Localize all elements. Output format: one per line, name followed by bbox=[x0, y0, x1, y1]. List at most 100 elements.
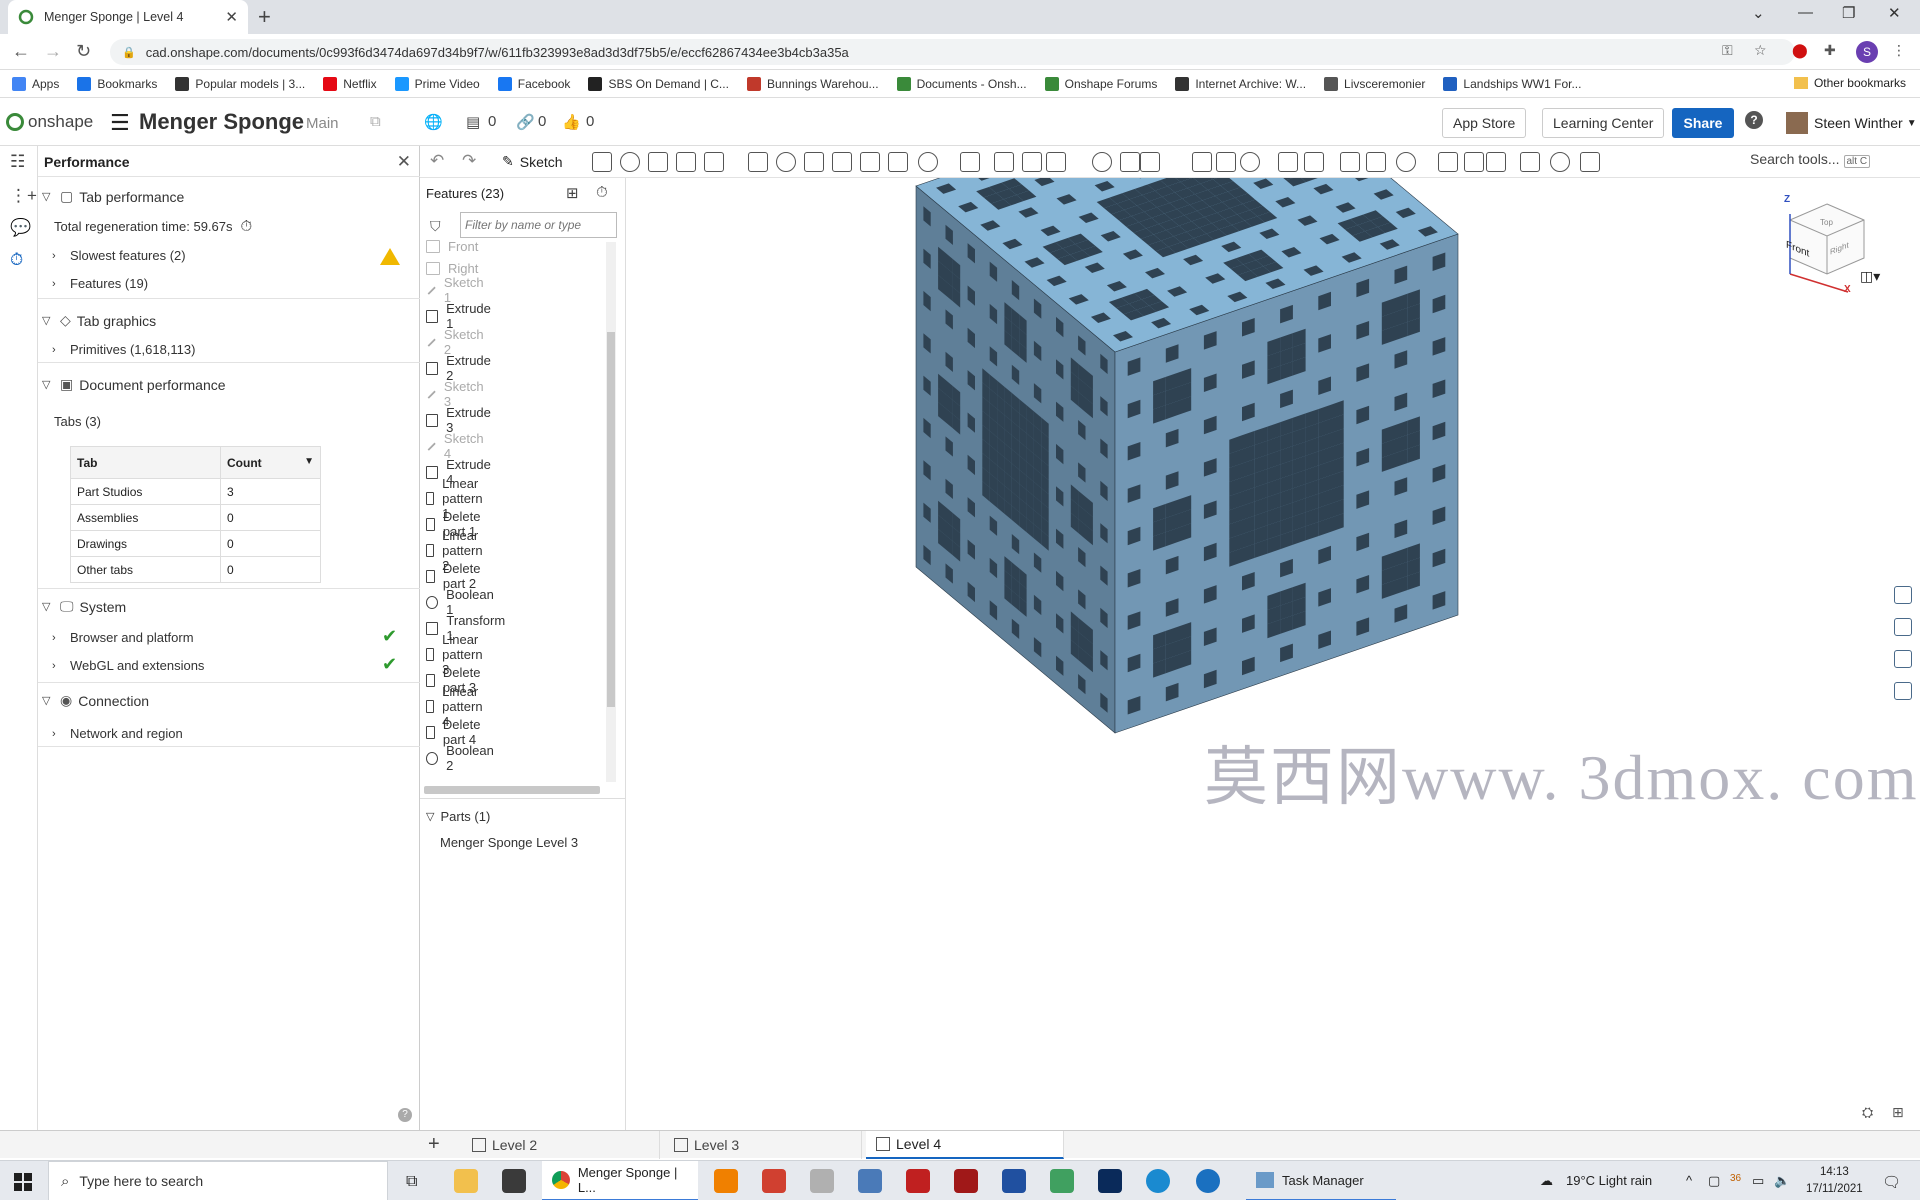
windows-start-icon[interactable] bbox=[14, 1173, 32, 1191]
chevron-up-icon[interactable]: ^ bbox=[1686, 1173, 1692, 1188]
search-tools[interactable]: Search tools... alt C bbox=[1750, 151, 1871, 173]
browser-tab[interactable]: Menger Sponge | Level 4 ✕ bbox=[8, 0, 248, 34]
bookmark-item[interactable]: Internet Archive: W... bbox=[1175, 76, 1306, 91]
weather-icon[interactable]: ☁ bbox=[1540, 1173, 1553, 1189]
other-bookmarks[interactable]: Other bookmarks bbox=[1793, 76, 1906, 90]
close-window-icon[interactable]: ✕ bbox=[1888, 4, 1901, 22]
tab-search-icon[interactable]: ⌄ bbox=[1752, 4, 1765, 22]
bookmark-item[interactable]: Prime Video bbox=[394, 76, 480, 91]
star-icon[interactable]: ☆ bbox=[1754, 42, 1767, 59]
user-menu[interactable]: Steen Winther ▼ bbox=[1786, 112, 1917, 134]
feature-item[interactable]: Delete part 2 bbox=[426, 561, 486, 591]
solidworks-2-icon[interactable] bbox=[954, 1169, 978, 1193]
tab-level-3[interactable]: Level 3 bbox=[664, 1131, 862, 1159]
feature-item[interactable]: Linear pattern 2 bbox=[426, 528, 488, 573]
tool-button-icon[interactable] bbox=[994, 152, 1014, 172]
graphics-canvas[interactable]: Front Top Right Z X ◫▾ 莫西网www. 3dmox. co… bbox=[626, 178, 1920, 1130]
extensions-icon[interactable]: ✚ bbox=[1824, 42, 1836, 59]
scroll-thumb[interactable] bbox=[607, 332, 615, 707]
feature-item[interactable]: Sketch 2 bbox=[426, 327, 486, 357]
back-icon[interactable]: ← bbox=[12, 41, 30, 62]
sketch-button[interactable]: ✎ Sketch bbox=[502, 153, 563, 170]
section-system[interactable]: ▽ 🖵 System bbox=[42, 598, 126, 615]
tool-button-icon[interactable] bbox=[1022, 152, 1042, 172]
tool-button-icon[interactable] bbox=[620, 152, 640, 172]
view-options-icon[interactable]: ◫▾ bbox=[1860, 268, 1880, 285]
add-tab-icon[interactable]: + bbox=[428, 1133, 440, 1156]
tool-button-icon[interactable] bbox=[1550, 152, 1570, 172]
section-document-performance[interactable]: ▽ ▣ Document performance bbox=[42, 376, 226, 393]
tool-button-icon[interactable] bbox=[918, 152, 938, 172]
measure-icon[interactable]: ⊞ bbox=[1892, 1104, 1904, 1121]
feature-item[interactable]: Front bbox=[426, 234, 478, 258]
menger-sponge-model[interactable] bbox=[626, 178, 1920, 1130]
bookmark-item[interactable]: Bunnings Warehou... bbox=[746, 76, 879, 91]
tool-button-icon[interactable] bbox=[1092, 152, 1112, 172]
tool-button-icon[interactable] bbox=[1120, 152, 1140, 172]
feature-item[interactable]: Sketch 4 bbox=[426, 431, 486, 461]
app-store-button[interactable]: App Store bbox=[1442, 108, 1527, 138]
tool-button-icon[interactable] bbox=[1396, 152, 1416, 172]
tool-button-icon[interactable] bbox=[1340, 152, 1360, 172]
bookmark-item[interactable]: Documents - Onsh... bbox=[896, 76, 1027, 91]
calculator-icon[interactable] bbox=[858, 1169, 882, 1193]
taskbar-search[interactable]: ⌕ Type here to search bbox=[48, 1161, 388, 1200]
tool-button-icon[interactable] bbox=[1304, 152, 1324, 172]
section-tab-performance[interactable]: ▽ ▢ Tab performance bbox=[42, 188, 184, 205]
feature-item[interactable]: Linear pattern 3 bbox=[426, 632, 488, 677]
taskbar-task-manager[interactable]: Task Manager bbox=[1246, 1161, 1396, 1200]
bookmark-item[interactable]: SBS On Demand | C... bbox=[588, 76, 729, 91]
horizontal-scrollbar[interactable] bbox=[424, 786, 600, 794]
edge-icon[interactable] bbox=[1196, 1169, 1220, 1193]
tool-button-icon[interactable] bbox=[1580, 152, 1600, 172]
primitives-row[interactable]: › Primitives (1,618,113) bbox=[52, 342, 195, 357]
bookmark-item[interactable]: Landships WW1 For... bbox=[1443, 76, 1581, 91]
url-field[interactable]: 🔒 cad.onshape.com/documents/0c993f6d3474… bbox=[110, 39, 1795, 65]
help-icon[interactable]: ? bbox=[1745, 111, 1763, 129]
instances-icon[interactable]: ⋮+ bbox=[10, 186, 37, 206]
globe-icon[interactable]: 🌐 bbox=[424, 113, 443, 131]
section-view-icon[interactable]: ⛭ bbox=[1862, 1104, 1873, 1121]
reload-icon[interactable]: ↻ bbox=[76, 41, 91, 62]
stopwatch-icon[interactable]: ⏱ bbox=[241, 218, 253, 235]
bookmark-item[interactable]: Facebook bbox=[497, 76, 570, 91]
app-icon[interactable] bbox=[1002, 1169, 1026, 1193]
key-icon[interactable]: ⚿ bbox=[1722, 42, 1733, 59]
filter-icon[interactable]: ⛉ bbox=[430, 218, 441, 235]
branch-name[interactable]: Main bbox=[306, 115, 339, 132]
help-icon[interactable]: ? bbox=[398, 1108, 412, 1122]
bookmark-item[interactable]: Popular models | 3... bbox=[175, 76, 305, 91]
slowest-features-row[interactable]: › Slowest features (2) bbox=[52, 248, 186, 263]
opera-icon[interactable]: ⬤ bbox=[1792, 42, 1808, 59]
store-icon[interactable] bbox=[502, 1169, 526, 1193]
tool-button-icon[interactable] bbox=[1140, 152, 1160, 172]
tool-button-icon[interactable] bbox=[1486, 152, 1506, 172]
comments-icon[interactable]: 💬 bbox=[10, 218, 31, 238]
close-icon[interactable]: ✕ bbox=[397, 152, 411, 172]
bookmark-item[interactable]: Livsceremonier bbox=[1324, 76, 1425, 91]
tool-button-icon[interactable] bbox=[1278, 152, 1298, 172]
weather-text[interactable]: 19°C Light rain bbox=[1566, 1173, 1652, 1188]
filter-input[interactable] bbox=[460, 212, 617, 238]
vertical-scrollbar[interactable] bbox=[606, 242, 616, 782]
taskbar-app-chrome[interactable]: Menger Sponge | L... bbox=[542, 1161, 698, 1200]
webgl-row[interactable]: › WebGL and extensions bbox=[52, 658, 204, 673]
tool-button-icon[interactable] bbox=[804, 152, 824, 172]
notifications-icon[interactable]: 🗨 bbox=[1882, 1173, 1901, 1191]
tool-button-icon[interactable] bbox=[592, 152, 612, 172]
app-icon[interactable] bbox=[810, 1169, 834, 1193]
feature-item[interactable]: Sketch 3 bbox=[426, 379, 486, 409]
undo-icon[interactable]: ↶ bbox=[430, 151, 444, 171]
new-tab-icon[interactable]: + bbox=[258, 4, 271, 30]
performance-stopwatch-icon[interactable]: ⏱ bbox=[10, 250, 23, 270]
app-icon[interactable] bbox=[1050, 1169, 1074, 1193]
feature-item[interactable]: Linear pattern 1 bbox=[426, 476, 488, 521]
learning-center-button[interactable]: Learning Center bbox=[1542, 108, 1665, 138]
feature-item[interactable]: Extrude 3 bbox=[426, 405, 493, 435]
like-icon[interactable]: 👍 bbox=[562, 113, 581, 131]
network-icon[interactable]: ▭ bbox=[1752, 1173, 1764, 1189]
tool-button-icon[interactable] bbox=[960, 152, 980, 172]
configurations-icon[interactable] bbox=[1894, 682, 1912, 700]
feature-item[interactable]: Delete part 4 bbox=[426, 717, 486, 747]
gmail-icon[interactable] bbox=[762, 1169, 786, 1193]
